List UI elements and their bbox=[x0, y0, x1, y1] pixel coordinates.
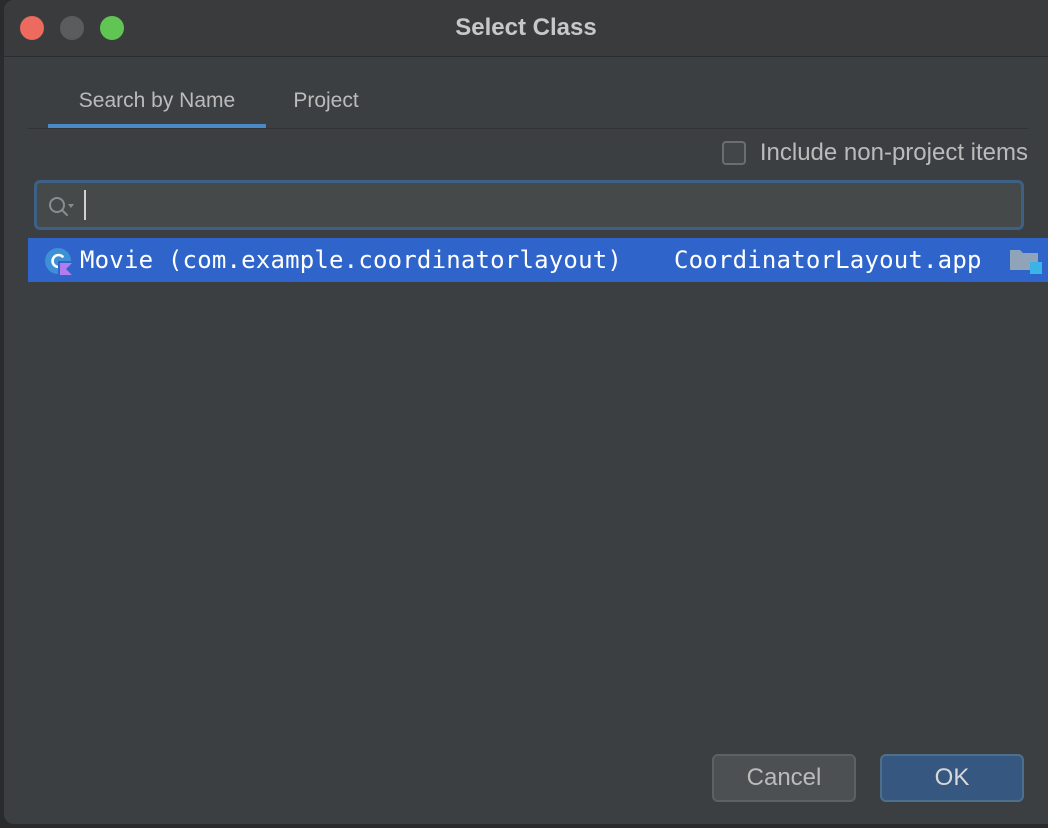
dialog-title: Select Class bbox=[455, 14, 597, 41]
search-icon[interactable] bbox=[47, 195, 75, 219]
ok-button[interactable]: OK bbox=[880, 754, 1024, 802]
list-item[interactable]: Movie (com.example.coordinatorlayout) Co… bbox=[28, 238, 1048, 282]
include-non-project-checkbox[interactable] bbox=[721, 141, 746, 165]
class-search-input[interactable] bbox=[34, 180, 1024, 230]
select-class-dialog: Select Class Search by Name Project Incl… bbox=[4, 0, 1048, 824]
tab-project[interactable]: Project bbox=[276, 78, 376, 126]
result-module-name: CoordinatorLayout.app bbox=[674, 246, 982, 274]
text-caret bbox=[84, 190, 86, 220]
result-class-name: Movie (com.example.coordinatorlayout) bbox=[80, 246, 623, 274]
tab-search-by-name[interactable]: Search by Name bbox=[48, 78, 266, 128]
cancel-button[interactable]: Cancel bbox=[712, 754, 856, 802]
module-folder-icon bbox=[1010, 250, 1042, 274]
tab-bar: Search by Name Project bbox=[28, 78, 1028, 129]
title-bar: Select Class bbox=[4, 0, 1048, 57]
include-non-project-label: Include non-project items bbox=[759, 139, 1028, 166]
include-non-project-toggle[interactable]: Include non-project items bbox=[721, 138, 1028, 168]
kotlin-class-icon bbox=[45, 248, 74, 277]
